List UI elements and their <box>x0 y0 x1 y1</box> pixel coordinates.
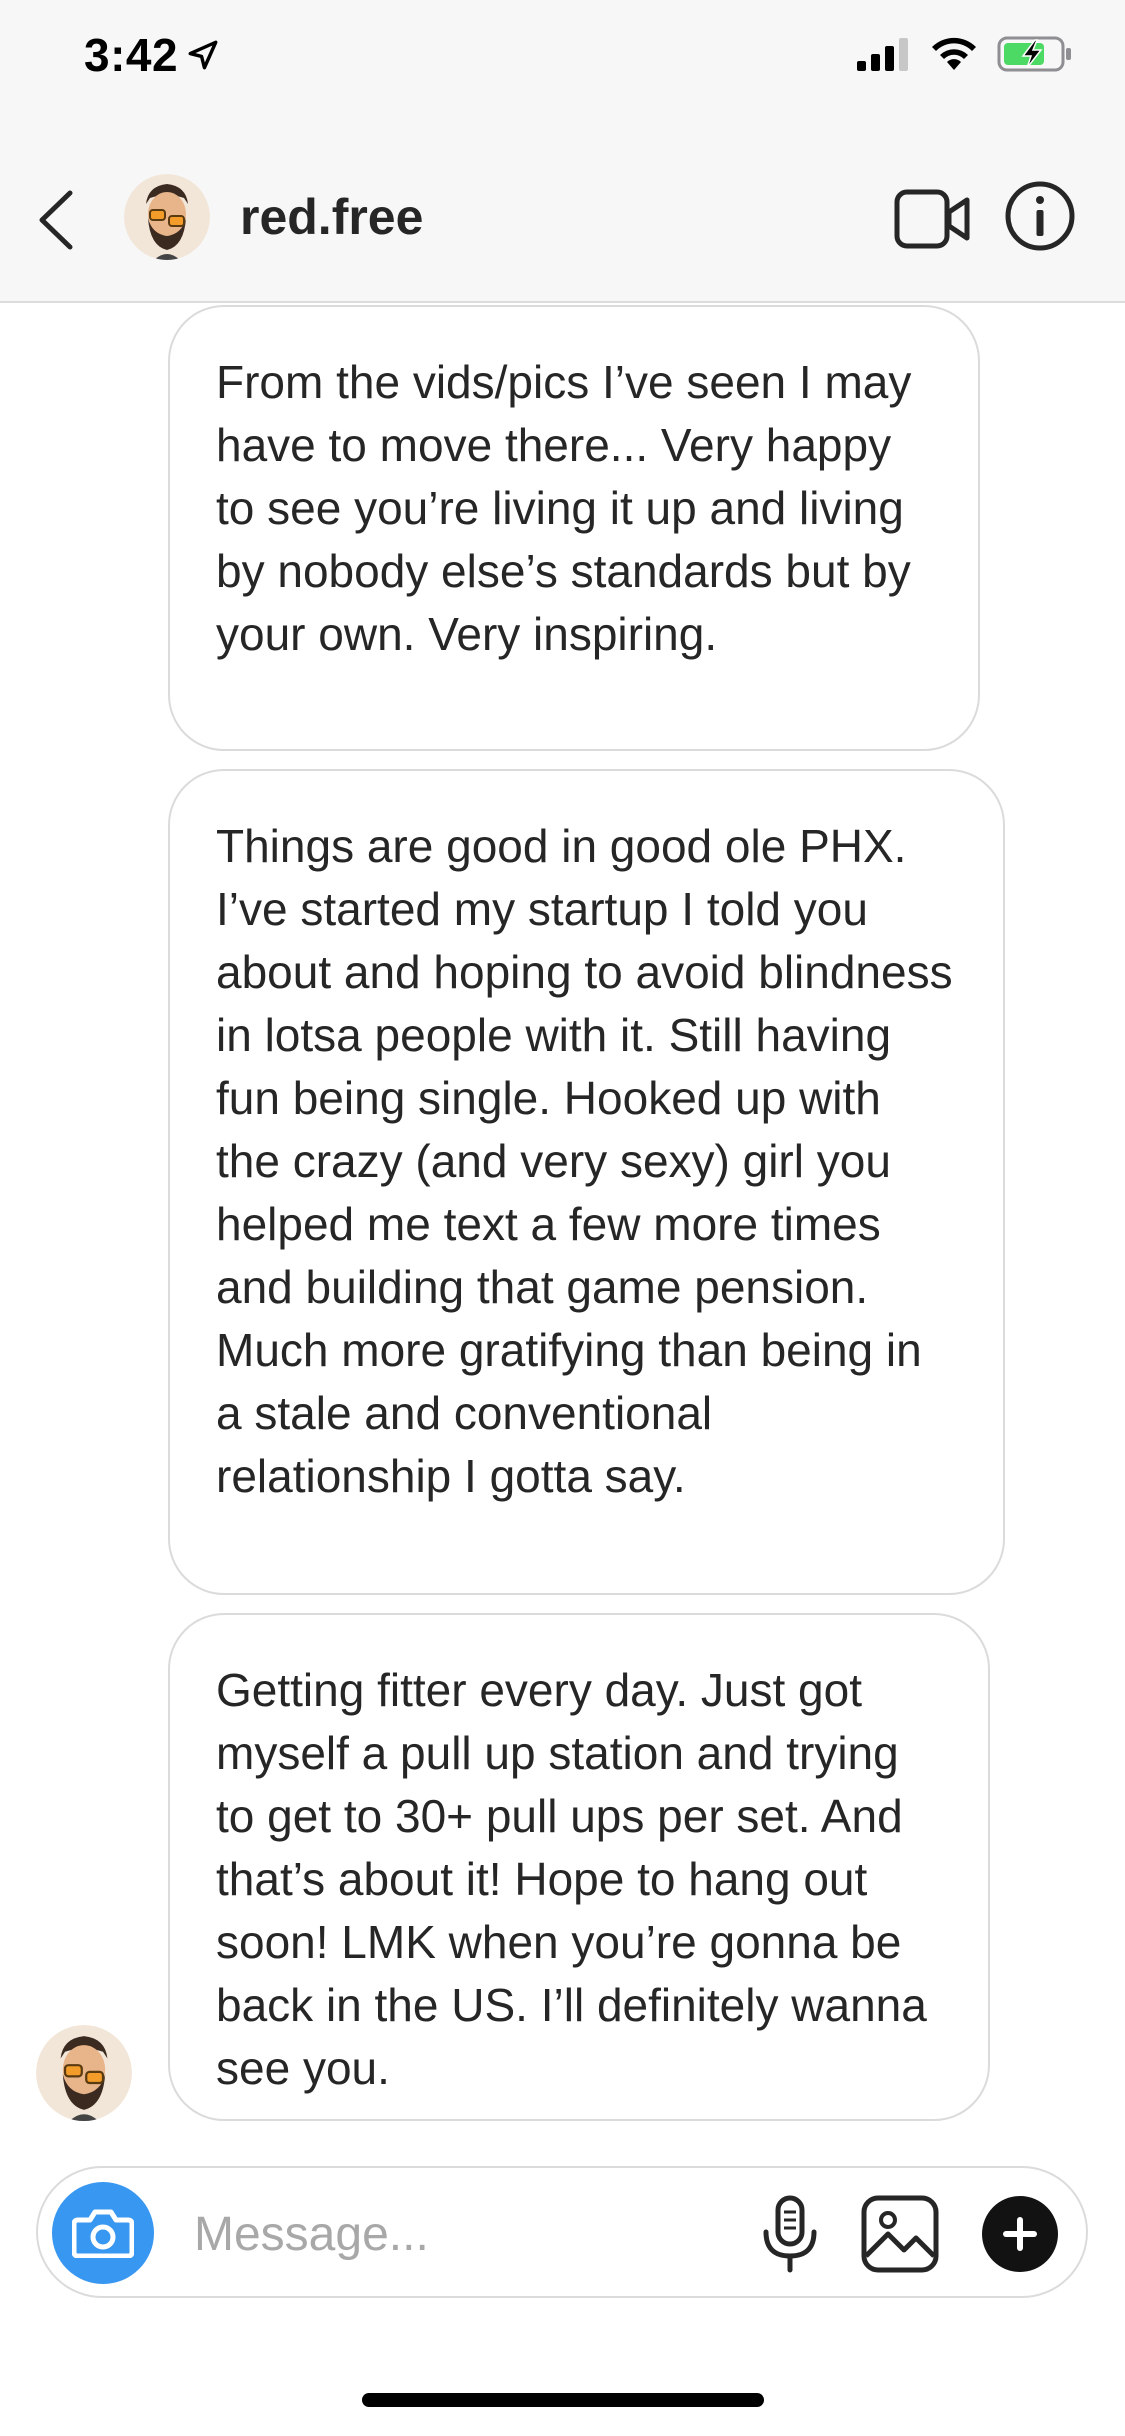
back-chevron-icon[interactable] <box>30 185 82 255</box>
status-time-text: 3:42 <box>84 29 179 81</box>
camera-button[interactable] <box>52 2182 154 2284</box>
message-composer <box>36 2166 1088 2298</box>
message-input[interactable] <box>192 2198 756 2270</box>
message-text: Getting fitter every day. Just got mysel… <box>216 1664 927 2094</box>
wifi-icon <box>932 37 976 70</box>
avatar[interactable] <box>124 174 210 260</box>
signal-icon <box>857 38 908 71</box>
status-time: 3:42 <box>84 28 220 82</box>
message-bubble[interactable]: Getting fitter every day. Just got mysel… <box>168 1613 990 2121</box>
conversation-header: red.free <box>0 130 1125 303</box>
gallery-icon[interactable] <box>860 2194 940 2274</box>
status-icons <box>855 36 1073 72</box>
message-thread[interactable]: From the vids/pics I’ve seen I may have … <box>0 301 1125 2141</box>
message-text: From the vids/pics I’ve seen I may have … <box>216 356 912 660</box>
microphone-icon[interactable] <box>754 2194 826 2274</box>
plus-button[interactable] <box>982 2196 1058 2272</box>
home-indicator[interactable] <box>362 2393 764 2407</box>
message-bubble[interactable]: From the vids/pics I’ve seen I may have … <box>168 305 980 751</box>
sender-avatar[interactable] <box>36 2025 132 2121</box>
message-bubble[interactable]: Things are good in good ole PHX. I’ve st… <box>168 769 1005 1595</box>
battery-charging-icon <box>997 36 1071 72</box>
location-arrow-icon <box>188 40 218 70</box>
status-bar: 3:42 <box>0 0 1125 130</box>
conversation-username[interactable]: red.free <box>240 188 423 246</box>
plus-icon <box>1003 2217 1037 2251</box>
message-text: Things are good in good ole PHX. I’ve st… <box>216 820 953 1502</box>
camera-icon <box>72 2209 134 2258</box>
video-call-icon[interactable] <box>893 184 971 254</box>
info-icon[interactable] <box>1004 180 1076 252</box>
